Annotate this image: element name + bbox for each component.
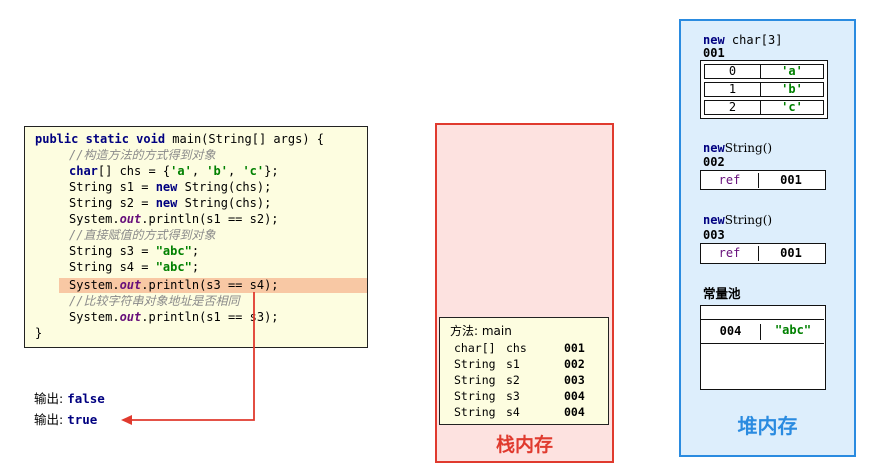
output-line-2: 输出: true	[34, 412, 98, 427]
arrow-head	[121, 415, 132, 425]
char-array-row: 2 'c'	[704, 100, 824, 115]
stack-row-name: s4	[506, 405, 520, 419]
ref-address: 001	[780, 246, 802, 260]
stack-row-type: String	[454, 389, 496, 403]
stack-row-addr: 004	[564, 405, 585, 419]
stack-row-type: String	[454, 405, 496, 419]
stack-row-name: chs	[506, 341, 527, 355]
char-array-row: 0 'a'	[704, 64, 824, 79]
char-array-row: 1 'b'	[704, 82, 824, 97]
stack-row-name: s3	[506, 389, 520, 403]
ref-field: ref	[701, 173, 759, 188]
char-array-value: 'c'	[781, 100, 803, 114]
ref-field: ref	[701, 246, 759, 261]
heap-memory-label: 堆内存	[737, 414, 798, 438]
stack-row-name: s2	[506, 373, 520, 387]
arrow-line	[130, 292, 255, 421]
constant-pool-title: 常量池	[703, 286, 741, 301]
stack-row-addr: 001	[564, 341, 585, 355]
char-array-index: 1	[705, 82, 761, 96]
stack-row-name: s1	[506, 357, 520, 371]
stack-frame-main: 方法: main char[] chs 001 String s1 002 St…	[439, 317, 609, 425]
stack-row-type: String	[454, 357, 496, 371]
heap-string-003-title: newString()	[703, 213, 773, 227]
heap-string-003-addr: 003	[703, 228, 725, 242]
stack-row-type: String	[454, 373, 496, 387]
output-line-1: 输出: false	[34, 391, 105, 406]
stack-row-type: char[]	[454, 341, 496, 355]
constant-pool-box: 004 "abc"	[700, 305, 826, 390]
heap-string-002-addr: 002	[703, 155, 725, 169]
char-array-value: 'b'	[781, 82, 803, 96]
heap-char-array-title: new char[3]	[703, 33, 783, 47]
stack-row-addr: 004	[564, 389, 585, 403]
heap-string-002-box: ref 001	[700, 170, 826, 190]
stack-row-addr: 003	[564, 373, 585, 387]
char-array-value: 'a'	[781, 64, 803, 78]
heap-string-003-box: ref 001	[700, 243, 826, 264]
stack-frame-title: 方法: main	[450, 324, 512, 338]
heap-char-array-addr: 001	[703, 46, 725, 60]
constant-pool-entry: 004 "abc"	[701, 319, 824, 344]
constant-pool-value: "abc"	[774, 323, 812, 337]
stack-memory-label: 栈内存	[495, 434, 553, 456]
char-array-index: 2	[705, 100, 761, 114]
constant-pool-addr: 004	[701, 324, 761, 340]
char-array-index: 0	[705, 64, 761, 78]
stack-row-addr: 002	[564, 357, 585, 371]
heap-string-002-title: newString()	[703, 141, 773, 155]
ref-address: 001	[780, 173, 802, 187]
